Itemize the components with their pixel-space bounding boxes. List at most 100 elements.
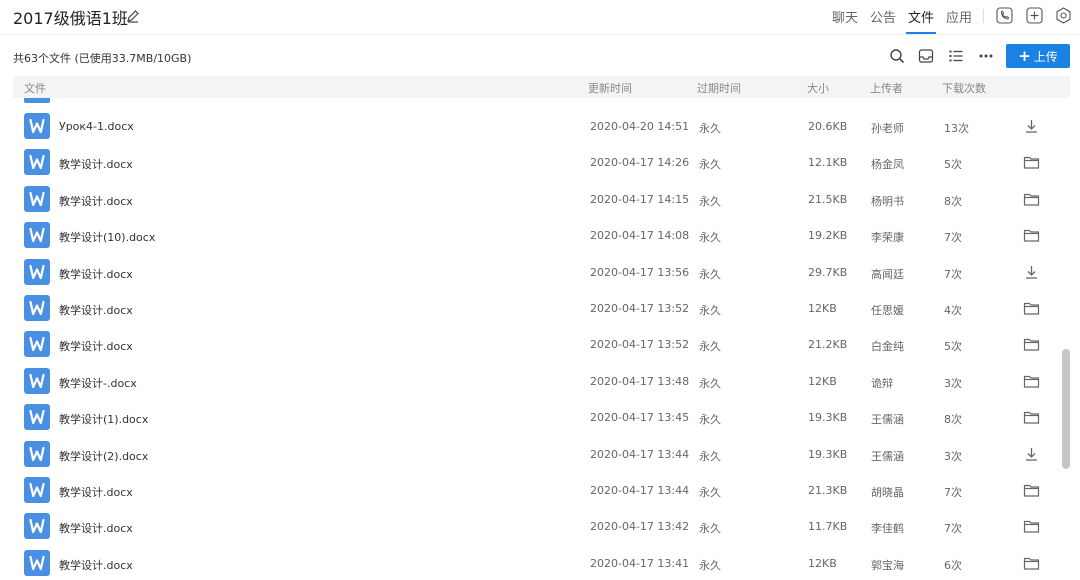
file-name[interactable]: 教学设计.docx [59, 156, 133, 172]
file-updated-time: 2020-04-17 13:44 [590, 447, 690, 461]
column-uploader[interactable]: 上传者 [870, 80, 903, 96]
file-uploader: 任思媛 [871, 303, 904, 317]
file-updated-time: 2020-04-17 13:44 [590, 483, 690, 497]
file-expiry: 永久 [699, 376, 721, 390]
file-expiry: 永久 [699, 303, 721, 317]
file-updated-time: 2020-04-17 13:48 [590, 374, 690, 388]
file-expiry: 永久 [699, 413, 721, 427]
tab-chat[interactable]: 聊天 [832, 7, 858, 26]
search-icon[interactable] [889, 48, 905, 64]
folder-icon[interactable] [1023, 300, 1040, 317]
file-uploader: 杨明书 [871, 194, 904, 208]
file-row[interactable]: 教学设计.docx 2020-04-17 13:42 永久 11.7KB 李佳鹤 7次 [0, 510, 1060, 546]
file-name[interactable]: 教学设计.docx [59, 557, 133, 573]
scrollbar-track[interactable] [1060, 98, 1072, 580]
file-size: 12KB [808, 301, 837, 315]
file-name[interactable]: 教学设计.docx [59, 302, 133, 318]
phone-icon[interactable] [996, 7, 1013, 24]
word-doc-icon [24, 258, 50, 285]
folder-icon[interactable] [1023, 409, 1040, 426]
file-size: 21.3KB [808, 483, 848, 497]
file-name[interactable]: 教学设计.docx [59, 520, 133, 536]
file-row[interactable]: 教学设计.docx 2020-04-17 13:44 永久 21.3KB 胡晓晶 7次 [0, 474, 1060, 510]
file-updated-time: 2020-04-17 14:26 [590, 156, 690, 170]
tab-files[interactable]: 文件 [908, 7, 934, 26]
file-name[interactable]: 教学设计.docx [59, 484, 133, 500]
download-icon[interactable] [1023, 118, 1040, 135]
word-doc-icon [24, 513, 50, 540]
settings-icon[interactable] [1055, 7, 1072, 24]
word-doc-icon [24, 367, 50, 394]
file-name[interactable]: 教学设计(1).docx [59, 411, 148, 427]
word-doc-icon [24, 476, 50, 503]
scrollbar-thumb[interactable] [1062, 349, 1070, 469]
file-name[interactable]: 教学设计.docx [59, 193, 133, 209]
file-updated-time: 2020-04-17 13:52 [590, 338, 690, 352]
folder-icon[interactable] [1023, 482, 1040, 499]
word-doc-icon [24, 149, 50, 176]
column-name[interactable]: 文件 [24, 80, 46, 96]
file-row[interactable]: 教学设计.docx 2020-04-17 13:56 永久 29.7KB 高闻廷 7次 [0, 256, 1060, 292]
tab-announcements[interactable]: 公告 [870, 7, 896, 26]
file-expiry: 永久 [699, 158, 721, 172]
file-expiry: 永久 [699, 449, 721, 463]
file-uploader: 王儒涵 [871, 413, 904, 427]
file-row[interactable]: 教学设计(2).docx 2020-04-17 13:44 永久 19.3KB 王儒涵 3… [0, 438, 1060, 474]
group-files-window: 2017级俄语1班 聊天 公告 文件 应用 共63个文件 (已使用33.7MB/… [0, 0, 1080, 580]
file-name[interactable]: 教学设计(10).docx [59, 229, 155, 245]
file-uploader: 高闻廷 [871, 267, 904, 281]
file-size: 12KB [808, 374, 837, 388]
folder-icon[interactable] [1023, 191, 1040, 208]
file-uploader: 郭宝海 [871, 558, 904, 572]
file-row[interactable]: 教学设计(10).docx 2020-04-17 14:08 永久 19.2KB 李荣康… [0, 219, 1060, 255]
file-size: 12KB [808, 556, 837, 570]
add-box-icon[interactable] [1026, 7, 1043, 24]
folder-icon[interactable] [1023, 555, 1040, 572]
list-view-icon[interactable] [948, 48, 964, 64]
more-icon[interactable] [978, 48, 994, 64]
file-list: Урок4-1.docx 2020-04-20 14:51 永久 20.6KB 孙老师 1… [0, 110, 1060, 580]
column-expires[interactable]: 过期时间 [697, 80, 741, 96]
download-icon[interactable] [1023, 446, 1040, 463]
column-size[interactable]: 大小 [807, 80, 829, 96]
tab-apps[interactable]: 应用 [946, 7, 972, 26]
file-updated-time: 2020-04-17 14:15 [590, 192, 690, 206]
file-name[interactable]: Урок4-1.docx [59, 120, 134, 133]
file-expiry: 永久 [699, 340, 721, 354]
file-row[interactable]: 教学设计-.docx 2020-04-17 13:48 永久 12KB 诡辩 3次 [0, 365, 1060, 401]
folder-icon[interactable] [1023, 518, 1040, 535]
file-name[interactable]: 教学设计(2).docx [59, 448, 148, 464]
word-doc-icon [24, 222, 50, 249]
download-icon[interactable] [1023, 264, 1040, 281]
file-row[interactable]: 教学设计.docx 2020-04-17 14:15 永久 21.5KB 杨明书 8次 [0, 183, 1060, 219]
file-name[interactable]: 教学设计.docx [59, 338, 133, 354]
folder-icon[interactable] [1023, 373, 1040, 390]
file-name[interactable]: 教学设计-.docx [59, 375, 137, 391]
file-expiry: 永久 [699, 231, 721, 245]
file-download-count: 7次 [944, 231, 962, 245]
file-expiry: 永久 [699, 194, 721, 208]
folder-icon[interactable] [1023, 336, 1040, 353]
file-row[interactable]: 教学设计.docx 2020-04-17 14:26 永久 12.1KB 杨金凤 5次 [0, 146, 1060, 182]
file-download-count: 3次 [944, 376, 962, 390]
file-expiry: 永久 [699, 558, 721, 572]
table-header: 文件 更新时间 过期时间 大小 上传者 下载次数 [13, 76, 1070, 98]
file-row[interactable]: 教学设计.docx 2020-04-17 13:52 永久 12KB 任思媛 4次 [0, 292, 1060, 328]
file-row[interactable]: 教学设计.docx 2020-04-17 13:52 永久 21.2KB 白金纯 5次 [0, 328, 1060, 364]
file-row[interactable]: Урок4-1.docx 2020-04-20 14:51 永久 20.6KB 孙老师 1… [0, 110, 1060, 146]
upload-button[interactable]: + 上传 [1006, 44, 1070, 68]
file-name[interactable]: 教学设计.docx [59, 266, 133, 282]
word-doc-icon [24, 404, 50, 431]
word-doc-icon [24, 294, 50, 321]
file-updated-time: 2020-04-17 13:56 [590, 265, 690, 279]
file-uploader: 胡晓晶 [871, 485, 904, 499]
file-updated-time: 2020-04-17 13:41 [590, 556, 690, 570]
column-downloads[interactable]: 下载次数 [942, 80, 986, 96]
inbox-icon[interactable] [918, 48, 934, 64]
file-row[interactable]: 教学设计(1).docx 2020-04-17 13:45 永久 19.3KB 王儒涵 8… [0, 401, 1060, 437]
folder-icon[interactable] [1023, 154, 1040, 171]
folder-icon[interactable] [1023, 227, 1040, 244]
edit-icon[interactable] [126, 9, 140, 23]
column-updated[interactable]: 更新时间 [588, 80, 632, 96]
file-row[interactable]: 教学设计.docx 2020-04-17 13:41 永久 12KB 郭宝海 6次 [0, 547, 1060, 580]
